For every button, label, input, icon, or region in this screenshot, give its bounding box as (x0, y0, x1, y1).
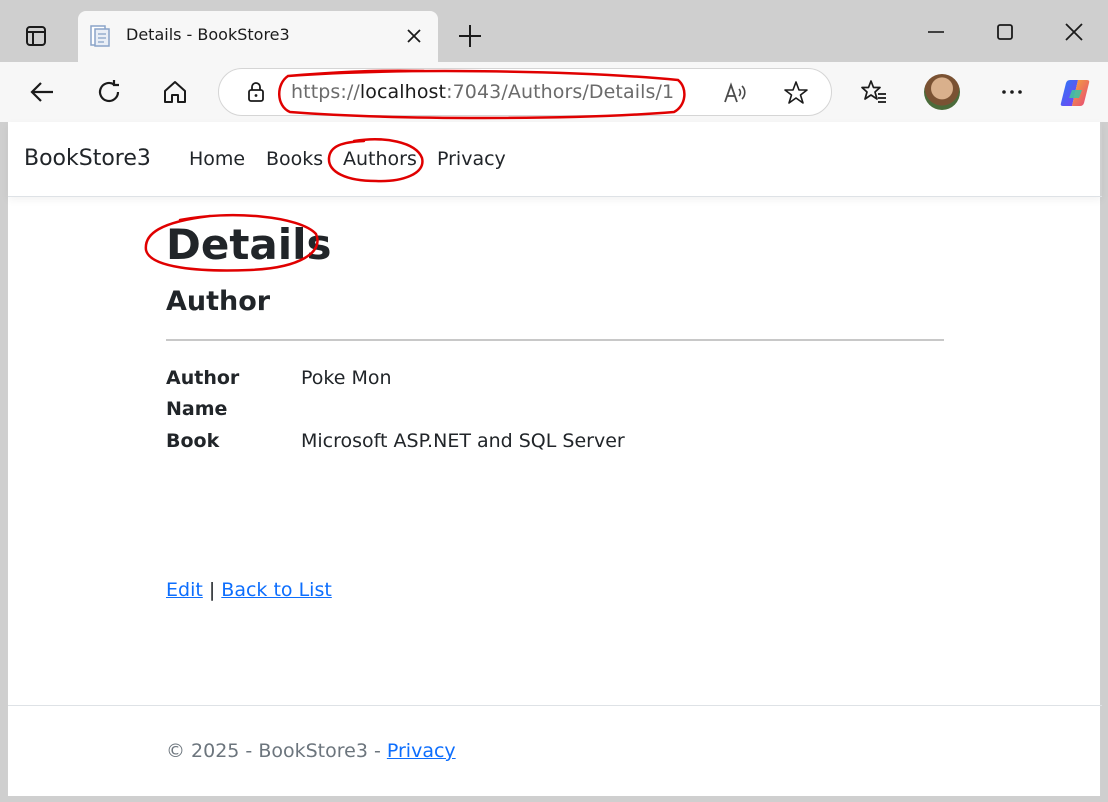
nav-link-books[interactable]: Books (266, 148, 323, 170)
field-label-author-name: Author Name (166, 367, 240, 420)
tab-title: Details - BookStore3 (126, 25, 290, 44)
nav-link-home[interactable]: Home (189, 148, 245, 170)
address-url[interactable]: https://localhost:7043/Authors/Details/1 (291, 81, 674, 103)
window-close-icon[interactable] (1062, 20, 1086, 44)
nav-link-authors[interactable]: Authors (343, 148, 417, 170)
plus-icon[interactable] (456, 22, 484, 50)
browser-toolbar: https://localhost:7043/Authors/Details/1 (0, 62, 1108, 122)
divider (166, 339, 944, 341)
lock-icon[interactable] (245, 81, 267, 103)
home-icon[interactable] (161, 78, 189, 106)
minimize-icon[interactable] (924, 20, 948, 44)
avatar[interactable] (924, 74, 960, 110)
page-viewport: BookStore3 Home Books Authors Privacy De… (7, 122, 1102, 796)
address-bar[interactable]: https://localhost:7043/Authors/Details/1 (218, 68, 832, 116)
favorites-icon[interactable] (860, 78, 888, 106)
browser-tab-active[interactable]: Details - BookStore3 (78, 11, 438, 62)
footer-text: © 2025 - BookStore3 - Privacy (166, 740, 456, 762)
url-scheme: https:// (291, 81, 360, 103)
back-arrow-icon[interactable] (28, 78, 56, 106)
footer-copyright: © 2025 - BookStore3 - (166, 740, 387, 762)
browser-tab-strip: Details - BookStore3 (0, 0, 1108, 62)
section-subtitle: Author (166, 286, 271, 317)
read-aloud-icon[interactable] (722, 80, 748, 106)
url-path: :7043/Authors/Details/1 (446, 81, 675, 103)
field-label-book: Book (166, 430, 220, 452)
tab-actions-icon (26, 26, 46, 46)
link-separator: | (208, 579, 216, 601)
nav-link-privacy[interactable]: Privacy (437, 148, 506, 170)
site-footer: © 2025 - BookStore3 - Privacy (8, 705, 1102, 796)
more-icon[interactable] (998, 78, 1026, 106)
close-icon[interactable] (404, 26, 424, 46)
field-value-book: Microsoft ASP.NET and SQL Server (301, 430, 625, 452)
back-to-list-link[interactable]: Back to List (221, 579, 332, 601)
star-icon[interactable] (783, 80, 809, 106)
tab-actions-button[interactable] (14, 18, 58, 54)
maximize-icon[interactable] (993, 20, 1017, 44)
edit-link[interactable]: Edit (166, 579, 203, 601)
favicon-icon (90, 25, 110, 47)
footer-privacy-link[interactable]: Privacy (387, 740, 456, 762)
refresh-icon[interactable] (95, 78, 123, 106)
url-host: localhost (359, 81, 447, 103)
site-navbar: BookStore3 Home Books Authors Privacy (8, 122, 1102, 197)
site-brand[interactable]: BookStore3 (24, 146, 151, 171)
copilot-icon[interactable] (1058, 76, 1092, 110)
field-value-author-name: Poke Mon (301, 367, 392, 389)
action-links: Edit | Back to List (166, 579, 332, 601)
page-title: Details (166, 220, 332, 269)
